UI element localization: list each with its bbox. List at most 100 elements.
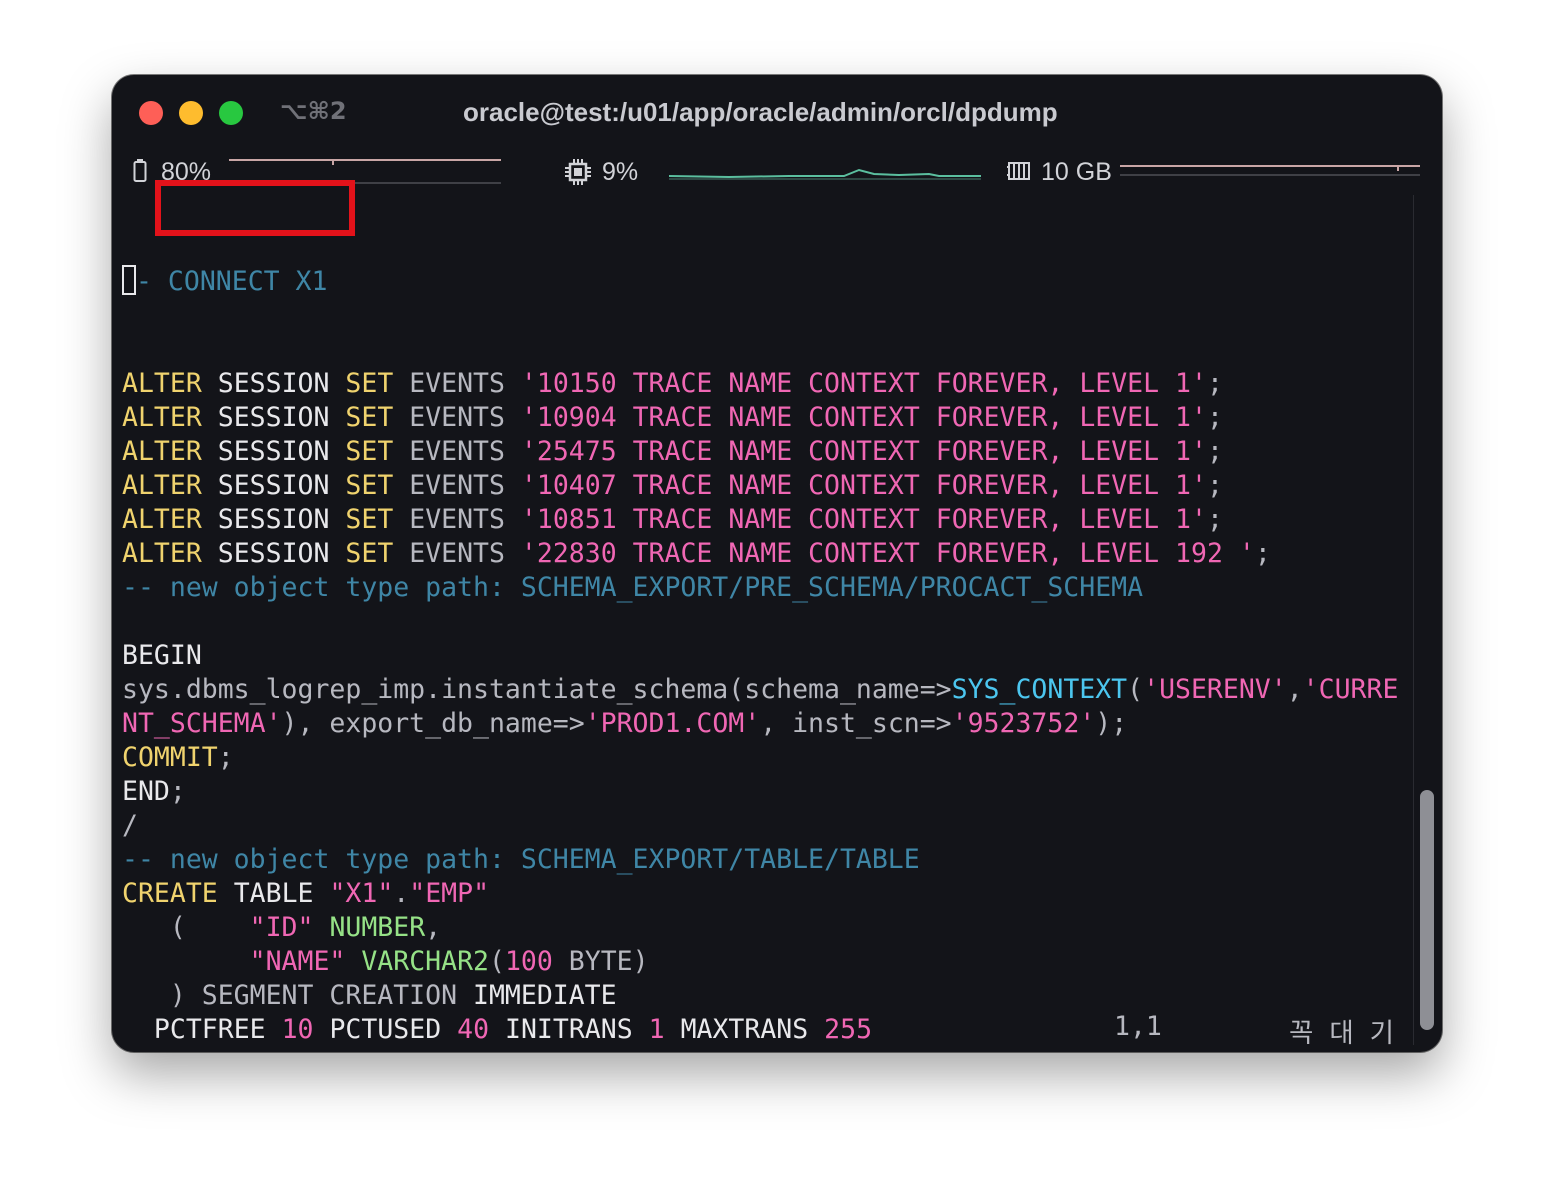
code-token: ; — [169, 776, 186, 807]
window-title: oracle@test:/u01/app/oracle/admin/orcl/d… — [463, 97, 1058, 127]
code-token: EVENTS — [393, 538, 521, 569]
code-token: ; — [1206, 504, 1223, 535]
code-token: SESSION — [217, 504, 330, 535]
cpu-graph — [669, 168, 981, 180]
editor-line: END; — [122, 775, 1398, 809]
code-token: '10851 TRACE NAME CONTEXT FOREVER, LEVEL… — [520, 504, 1207, 535]
editor-line: -- new object type path: SCHEMA_EXPORT/P… — [122, 571, 1398, 605]
code-token: SESSION — [217, 436, 330, 467]
editor-line: ALTER SESSION SET EVENTS '22830 TRACE NA… — [122, 537, 1398, 571]
code-token: VARCHAR2 — [361, 946, 489, 977]
code-token: NT_SCHEMA' — [122, 708, 282, 739]
scrollbar-thumb[interactable] — [1420, 790, 1434, 1030]
scroll-position-indicator: 꼭 대 기 — [1289, 1018, 1395, 1049]
code-token: '10150 TRACE NAME CONTEXT FOREVER, LEVEL… — [520, 368, 1207, 399]
code-token: ; — [1254, 538, 1271, 569]
code-token: -- new object type path: SCHEMA_EXPORT/P… — [122, 572, 1144, 603]
code-token: 'USERENV' — [1143, 674, 1287, 705]
code-token: EVENTS — [393, 436, 521, 467]
code-token: 'PROD1.COM' — [584, 708, 761, 739]
code-token: COMMIT — [122, 742, 218, 773]
code-token: ( — [122, 912, 250, 943]
code-token: SET — [345, 436, 394, 467]
title-bar: ⌥⌘2 oracle@test:/u01/app/oracle/admin/or… — [112, 75, 1442, 151]
code-token: SESSION — [217, 470, 330, 501]
connect-marker: - — [136, 266, 168, 297]
scrollbar[interactable] — [1413, 195, 1442, 1045]
code-token: SESSION — [217, 538, 330, 569]
code-token: 100 — [504, 946, 553, 977]
editor-line: NT_SCHEMA'), export_db_name=>'PROD1.COM'… — [122, 707, 1398, 741]
code-token: ALTER — [122, 538, 202, 569]
editor-line: / — [122, 809, 1398, 843]
code-token: SESSION — [217, 368, 330, 399]
memory-icon — [1007, 162, 1030, 180]
code-token: ; — [1206, 368, 1223, 399]
close-button[interactable] — [139, 101, 163, 125]
code-token: "ID" — [249, 912, 314, 943]
code-token: PCTFREE — [153, 1014, 266, 1045]
code-token: 40 — [457, 1014, 490, 1045]
code-token: EVENTS — [393, 504, 521, 535]
code-token: TABLE — [233, 878, 314, 909]
editor-line: "NAME" VARCHAR2(100 BYTE) — [122, 945, 1398, 979]
connect-statement: CONNECT X1 — [167, 266, 328, 297]
terminal-window: ⌥⌘2 oracle@test:/u01/app/oracle/admin/or… — [112, 75, 1442, 1052]
code-token: / — [122, 810, 138, 841]
editor-content[interactable]: - CONNECT X1 ALTER SESSION SET EVENTS '1… — [122, 197, 1398, 1052]
code-token: BYTE) — [552, 946, 649, 977]
code-token: 1 — [648, 1014, 665, 1045]
code-token: EVENTS — [393, 402, 521, 433]
code-token: CREATE — [122, 878, 218, 909]
code-token: '10904 TRACE NAME CONTEXT FOREVER, LEVEL… — [520, 402, 1207, 433]
editor-line: NOCOMPRESS LOGGING — [122, 1047, 1398, 1052]
battery-icon — [133, 159, 147, 182]
code-token: ; — [1206, 470, 1223, 501]
code-token: ALTER — [122, 436, 202, 467]
code-token: NOCOMPRESS LOGGING — [138, 1048, 425, 1052]
code-token: -- new object type path: SCHEMA_EXPORT/T… — [122, 844, 920, 875]
code-token: 10 — [281, 1014, 314, 1045]
code-token: , — [1286, 674, 1303, 705]
text-cursor — [122, 265, 136, 295]
editor-line: ALTER SESSION SET EVENTS '10150 TRACE NA… — [122, 367, 1398, 401]
memory-usage: 10 GB — [1041, 158, 1112, 186]
editor-line: CREATE TABLE "X1"."EMP" — [122, 877, 1398, 911]
cpu-icon — [565, 159, 591, 185]
minimize-button[interactable] — [179, 101, 203, 125]
cpu-percent: 9% — [602, 158, 639, 186]
code-token: 255 — [824, 1014, 873, 1045]
code-token: ; — [1206, 436, 1223, 467]
editor-line: ( "ID" NUMBER, — [122, 911, 1398, 945]
code-token: INITRANS — [505, 1014, 633, 1045]
code-token: "X1" — [329, 878, 394, 909]
code-token: ALTER — [122, 402, 202, 433]
code-token: ( — [488, 946, 505, 977]
code-token: SET — [345, 368, 394, 399]
editor-line: ALTER SESSION SET EVENTS '10407 TRACE NA… — [122, 469, 1398, 503]
code-token: IMMEDIATE — [473, 980, 617, 1011]
code-token: 'CURRE — [1302, 674, 1399, 705]
annotation-highlight-box — [155, 180, 355, 236]
code-token: '22830 TRACE NAME CONTEXT FOREVER, LEVEL… — [520, 538, 1255, 569]
cursor-position: 1,1 — [1114, 1011, 1162, 1042]
code-token: NUMBER — [329, 912, 426, 943]
code-token: SET — [345, 470, 394, 501]
editor-line: PCTFREE 10 PCTUSED 40 INITRANS 1 MAXTRAN… — [122, 1013, 1398, 1047]
maximize-button[interactable] — [219, 101, 243, 125]
